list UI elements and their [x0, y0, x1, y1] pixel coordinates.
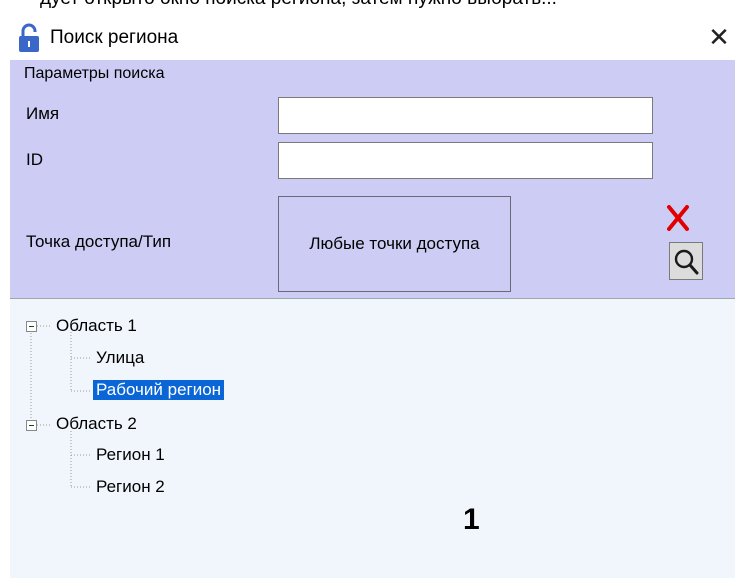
tree-expander-icon[interactable]	[26, 420, 37, 431]
magnifier-icon[interactable]	[669, 242, 703, 280]
id-label: ID	[26, 150, 43, 169]
lock-open-icon	[19, 23, 39, 52]
tree-lines	[30, 321, 92, 488]
callout-number: 1	[463, 503, 480, 536]
close-icon[interactable]: ✕	[704, 22, 734, 52]
id-field[interactable]	[278, 142, 653, 179]
tree-node-region-2[interactable]: Регион 2	[96, 477, 165, 497]
tree-node-oblast-2[interactable]: Область 2	[56, 414, 137, 434]
cropped-top-text: дует открыто окно поиска региона, затем …	[0, 0, 745, 8]
tree-node-oblast-1[interactable]: Область 1	[56, 316, 137, 336]
window-title: Поиск региона	[50, 27, 179, 48]
region-tree[interactable]: Область 1 Улица Рабочий регион Область 2…	[10, 298, 735, 578]
red-x-icon[interactable]	[666, 203, 690, 233]
title-bar: Поиск региона ✕	[0, 10, 745, 60]
access-point-selector[interactable]: Любые точки доступа	[278, 196, 511, 292]
tree-expander-icon[interactable]	[26, 321, 37, 332]
name-field[interactable]	[278, 97, 653, 134]
search-params-panel: Параметры поиска Имя ID Точка доступа/Ти…	[10, 60, 735, 298]
access-point-value: Любые точки доступа	[309, 234, 480, 253]
search-params-legend: Параметры поиска	[24, 65, 165, 82]
tree-node-ulitsa[interactable]: Улица	[96, 348, 144, 368]
access-point-label: Точка доступа/Тип	[26, 232, 172, 251]
name-label: Имя	[26, 104, 60, 123]
tree-node-rabochiy-region[interactable]: Рабочий регион	[93, 380, 225, 400]
tree-node-region-1[interactable]: Регион 1	[96, 445, 165, 465]
